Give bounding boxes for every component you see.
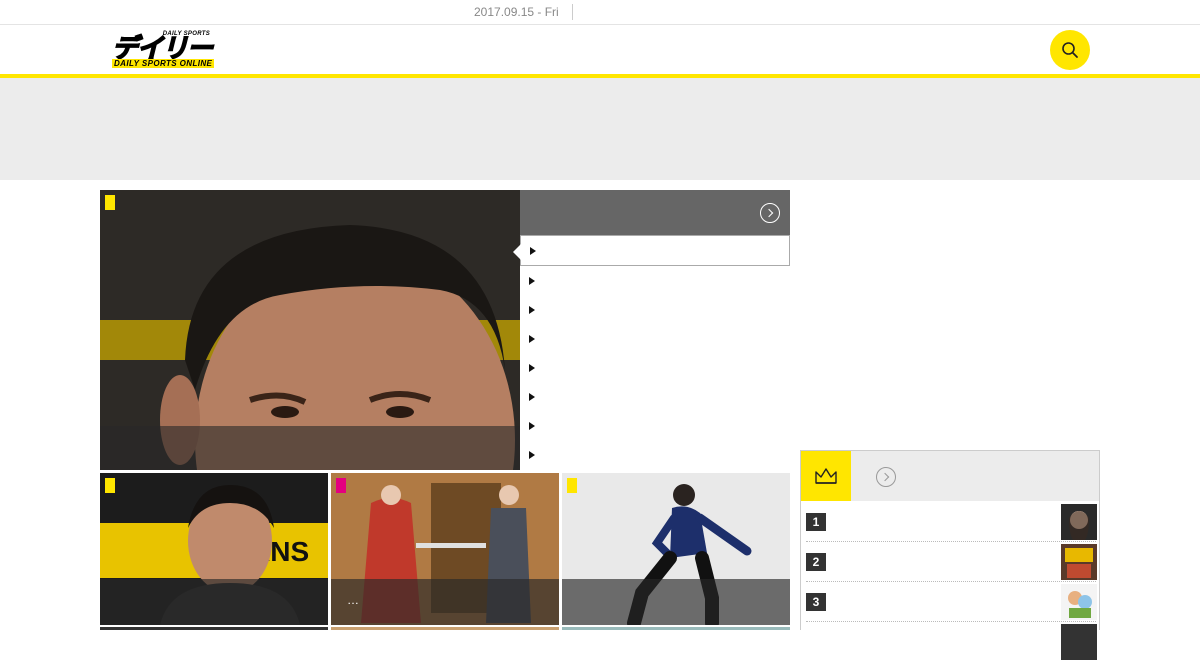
ranking-row[interactable]: 2 (806, 542, 1097, 582)
news-list-item[interactable] (513, 235, 790, 266)
ranking-thumbnail (1061, 504, 1097, 540)
category-tag (336, 478, 346, 493)
search-icon (1062, 42, 1078, 58)
date-separator (572, 4, 573, 20)
site-logo[interactable]: DAILY SPORTS デイリー DAILY SPORTS ONLINE (111, 31, 222, 69)
thumbnail-caption (100, 579, 328, 625)
thumbnail-caption (562, 579, 790, 625)
crown-icon (815, 468, 837, 484)
crown-badge (801, 451, 851, 501)
triangle-bullet-icon (529, 422, 535, 430)
news-list-panel (513, 190, 790, 470)
ranking-thumbnail (1061, 624, 1097, 660)
ranking-thumbnail (1061, 584, 1097, 620)
triangle-bullet-icon (530, 247, 536, 255)
triangle-bullet-icon (529, 335, 535, 343)
ranking-panel: 1 2 3 (800, 450, 1100, 660)
ranking-header (801, 451, 1099, 501)
thumbnail-caption: … (331, 579, 559, 625)
hero-caption (100, 426, 520, 470)
triangle-bullet-icon (529, 364, 535, 372)
current-date: 2017.09.15 - Fri (474, 5, 559, 19)
news-list-item[interactable] (520, 295, 790, 324)
top-date-bar: 2017.09.15 - Fri (0, 0, 1200, 25)
category-tag (105, 195, 115, 210)
ranking-more-icon[interactable] (876, 467, 896, 487)
category-tag (105, 478, 115, 493)
article-thumbnail[interactable] (562, 473, 790, 625)
search-button[interactable] (1050, 30, 1090, 70)
news-list-item[interactable] (520, 440, 790, 469)
more-arrow-icon[interactable] (760, 203, 780, 223)
logo-main-text: デイリー (111, 33, 214, 63)
triangle-bullet-icon (529, 277, 535, 285)
rank-number: 3 (806, 593, 826, 611)
logo-sub-text: DAILY SPORTS ONLINE (112, 59, 215, 68)
article-thumbnail[interactable]: … (331, 473, 559, 625)
article-thumbnail[interactable]: ANS (100, 473, 328, 625)
ranking-row[interactable]: 3 (806, 582, 1097, 622)
category-tag (567, 478, 577, 493)
triangle-bullet-icon (529, 451, 535, 459)
hero-article[interactable] (100, 190, 520, 470)
news-list-item[interactable] (520, 266, 790, 295)
ranking-row[interactable] (806, 622, 1097, 662)
triangle-bullet-icon (529, 393, 535, 401)
rank-number: 2 (806, 553, 826, 571)
rank-number: 1 (806, 513, 826, 531)
news-list-item[interactable] (520, 411, 790, 440)
triangle-bullet-icon (529, 306, 535, 314)
news-list-item[interactable] (520, 324, 790, 353)
news-list-item[interactable] (520, 382, 790, 411)
news-panel-header (520, 190, 790, 235)
ranking-thumbnail (1061, 544, 1097, 580)
site-header: DAILY SPORTS デイリー DAILY SPORTS ONLINE (0, 25, 1200, 75)
ranking-row[interactable]: 1 (806, 502, 1097, 542)
ad-banner-area (0, 78, 1200, 180)
news-list-item[interactable] (520, 353, 790, 382)
